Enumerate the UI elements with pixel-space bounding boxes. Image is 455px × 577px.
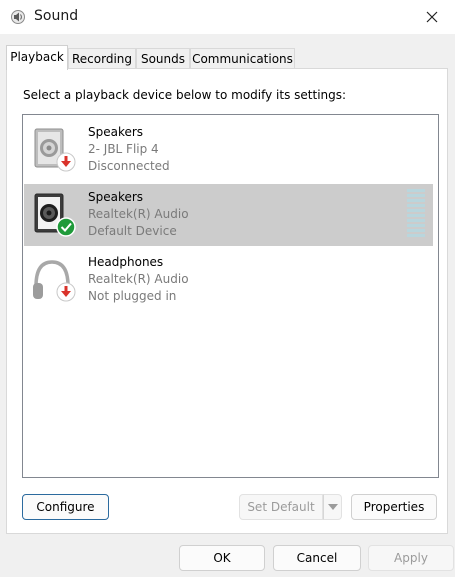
device-item-jbl-speakers[interactable]: Speakers 2- JBL Flip 4 Disconnected xyxy=(24,119,433,181)
set-default-split-button[interactable]: Set Default xyxy=(239,494,342,520)
device-status: Default Device xyxy=(88,224,177,238)
headphones-icon xyxy=(30,256,78,304)
set-default-dropdown[interactable] xyxy=(323,494,342,520)
ok-button[interactable]: OK xyxy=(179,545,265,571)
tab-playback[interactable]: Playback xyxy=(6,45,68,70)
unplugged-arrow-icon xyxy=(56,282,76,302)
tab-communications[interactable]: Communications xyxy=(190,48,295,68)
close-icon xyxy=(426,11,438,23)
set-default-button[interactable]: Set Default xyxy=(239,494,323,520)
device-name: Speakers xyxy=(88,125,144,139)
default-check-icon xyxy=(56,217,76,237)
chevron-down-icon xyxy=(327,504,338,510)
device-description: 2- JBL Flip 4 xyxy=(88,142,159,156)
configure-button[interactable]: Configure xyxy=(22,494,109,520)
device-description: Realtek(R) Audio xyxy=(88,272,189,286)
device-list[interactable]: Speakers 2- JBL Flip 4 Disconnected Spea… xyxy=(22,114,439,478)
speaker-icon xyxy=(10,9,26,25)
speaker-icon xyxy=(30,191,78,239)
instruction-text: Select a playback device below to modify… xyxy=(23,88,347,102)
window-title: Sound xyxy=(34,8,79,24)
volume-level-meter xyxy=(407,189,425,239)
device-item-realtek-speakers[interactable]: Speakers Realtek(R) Audio Default Device xyxy=(24,184,433,246)
disconnected-arrow-icon xyxy=(56,152,76,172)
playback-panel: Select a playback device below to modify… xyxy=(6,68,448,534)
device-name: Headphones xyxy=(88,255,164,269)
tab-sounds[interactable]: Sounds xyxy=(136,48,190,68)
device-description: Realtek(R) Audio xyxy=(88,207,189,221)
device-name: Speakers xyxy=(88,190,144,204)
cancel-button[interactable]: Cancel xyxy=(273,545,361,571)
title-bar: Sound xyxy=(0,0,455,34)
device-item-headphones[interactable]: Headphones Realtek(R) Audio Not plugged … xyxy=(24,249,433,311)
apply-button[interactable]: Apply xyxy=(368,545,454,571)
properties-button[interactable]: Properties xyxy=(351,494,437,520)
device-status: Disconnected xyxy=(88,159,170,173)
device-status: Not plugged in xyxy=(88,289,177,303)
speaker-icon xyxy=(30,126,78,174)
close-button[interactable] xyxy=(409,0,455,34)
tab-recording[interactable]: Recording xyxy=(68,48,136,68)
